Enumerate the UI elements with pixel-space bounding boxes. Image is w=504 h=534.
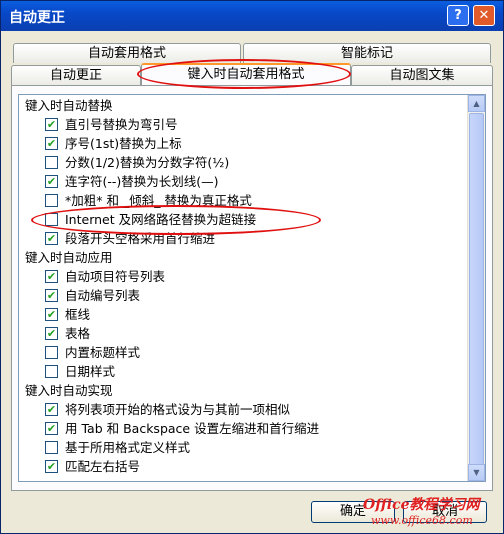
tab-autotext[interactable]: 自动图文集: [351, 65, 493, 85]
option-label: 自动编号列表: [65, 288, 141, 303]
option-label: 日期样式: [65, 364, 116, 379]
option-label: 将列表项开始的格式设为与其前一项相似: [65, 402, 291, 417]
dialog-title: 自动更正: [9, 10, 65, 26]
close-button[interactable]: ✕: [473, 5, 495, 26]
option-label: 框线: [65, 307, 91, 322]
option-label: *加粗* 和 _倾斜_ 替换为真正格式: [65, 193, 252, 208]
option-checkbox[interactable]: ✔: [45, 460, 58, 473]
ok-button[interactable]: 确定: [311, 501, 395, 523]
option-checkbox[interactable]: ✔: [45, 118, 58, 131]
option-checkbox[interactable]: [45, 346, 58, 359]
option-label: Internet 及网络路径替换为超链接: [65, 212, 257, 227]
scroll-up-button[interactable]: ▲: [468, 95, 485, 112]
option-label: 表格: [65, 326, 91, 341]
option-checkbox[interactable]: ✔: [45, 175, 58, 188]
section-heading: 键入时自动替换: [25, 98, 113, 113]
scroll-thumb[interactable]: [469, 113, 484, 465]
option-label: 直引号替换为弯引号: [65, 117, 178, 132]
help-button[interactable]: ?: [447, 5, 469, 26]
vertical-scrollbar[interactable]: ▲ ▼: [467, 95, 485, 481]
option-checkbox[interactable]: ✔: [45, 137, 58, 150]
option-checkbox[interactable]: ✔: [45, 308, 58, 321]
option-label: 内置标题样式: [65, 345, 141, 360]
cancel-button[interactable]: 取消: [403, 501, 487, 523]
title-bar: 自动更正 ? ✕: [1, 1, 503, 31]
option-checkbox[interactable]: [45, 441, 58, 454]
tab-smart-tags[interactable]: 智能标记: [243, 43, 491, 63]
option-checkbox[interactable]: ✔: [45, 403, 58, 416]
option-label: 用 Tab 和 Backspace 设置左缩进和首行缩进: [65, 421, 320, 436]
option-checkbox[interactable]: [45, 213, 58, 226]
option-label: 匹配左右括号: [65, 459, 141, 474]
option-label: 序号(1st)替换为上标: [65, 136, 182, 151]
tab-autoformat-as-you-type[interactable]: 键入时自动套用格式: [141, 63, 351, 85]
option-checkbox[interactable]: ✔: [45, 232, 58, 245]
option-label: 连字符(--)替换为长划线(—): [65, 174, 219, 189]
tab-panel: ▲ ▼ 键入时自动替换 ✔ 直引号替换为弯引号 ✔ 序号(1st)替换为上标分数(1/2…: [11, 85, 493, 491]
section-heading: 键入时自动实现: [25, 383, 113, 398]
section-heading: 键入时自动应用: [25, 250, 113, 265]
option-checkbox[interactable]: [45, 365, 58, 378]
option-checkbox[interactable]: ✔: [45, 289, 58, 302]
option-label: 分数(1/2)替换为分数字符(½): [65, 155, 230, 170]
tab-autoformat[interactable]: 自动套用格式: [13, 43, 241, 63]
option-checkbox[interactable]: [45, 194, 58, 207]
option-label: 段落开头空格采用首行缩进: [65, 231, 216, 246]
options-list[interactable]: ▲ ▼ 键入时自动替换 ✔ 直引号替换为弯引号 ✔ 序号(1st)替换为上标分数(1/2…: [18, 94, 486, 482]
autocorrect-dialog: 自动更正 ? ✕ 自动套用格式 智能标记 自动更正 键入时自动套用格式 自动图文…: [0, 0, 504, 534]
scroll-down-button[interactable]: ▼: [468, 464, 485, 481]
option-checkbox[interactable]: [45, 156, 58, 169]
option-checkbox[interactable]: ✔: [45, 270, 58, 283]
tab-autocorrect[interactable]: 自动更正: [11, 65, 141, 85]
option-checkbox[interactable]: ✔: [45, 422, 58, 435]
option-label: 自动项目符号列表: [65, 269, 166, 284]
option-label: 基于所用格式定义样式: [65, 440, 191, 455]
option-checkbox[interactable]: ✔: [45, 327, 58, 340]
